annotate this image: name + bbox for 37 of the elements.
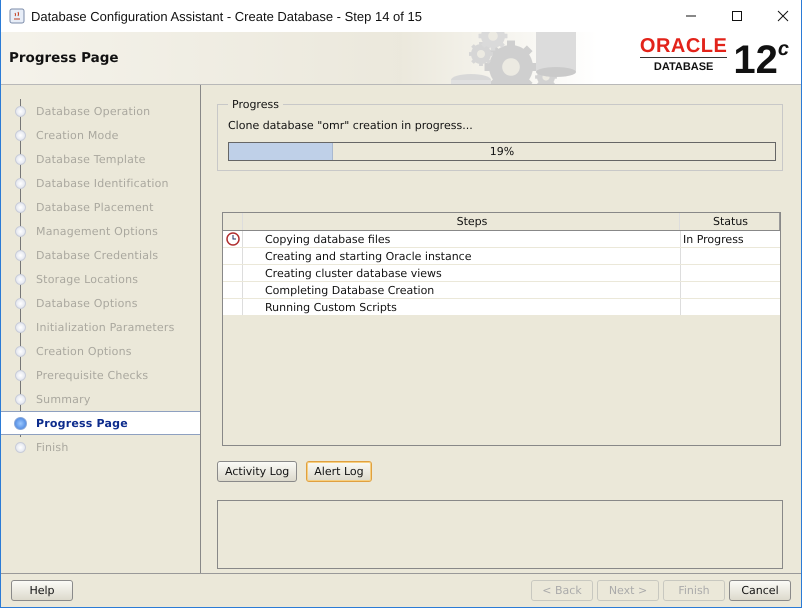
sidebar-item[interactable]: Creation Options (36, 344, 132, 358)
sidebar-item[interactable]: Database Operation (36, 104, 150, 118)
column-header: Steps (243, 213, 680, 230)
help-button[interactable]: Help (11, 580, 73, 601)
brand-logo: ORACLE (640, 36, 728, 58)
sidebar-item[interactable]: Database Placement (36, 200, 154, 214)
table-cell: Running Custom Scripts (243, 299, 681, 315)
table-cell: Creating and starting Oracle instance (243, 248, 681, 264)
sidebar-item[interactable]: Summary (36, 392, 91, 406)
close-icon (777, 10, 789, 22)
table-cell: Completing Database Creation (243, 282, 681, 298)
sidebar-item[interactable]: Creation Mode (36, 128, 119, 142)
sidebar-item[interactable]: Database Template (36, 152, 146, 166)
log-button[interactable]: Alert Log (306, 461, 372, 482)
progress-message: Clone database "omr" creation in progress... (228, 119, 474, 132)
progress-reading: 19% (488, 145, 516, 158)
sidebar-item[interactable]: Initialization Parameters (36, 320, 175, 334)
sidebar-item[interactable]: Prerequisite Checks (36, 368, 148, 382)
table-cell: In Progress (683, 232, 744, 246)
log-button[interactable]: Activity Log (217, 461, 298, 482)
table-cell: Copying database files (243, 231, 681, 247)
sidebar-item[interactable]: Storage Locations (36, 272, 138, 286)
table-cell: Creating cluster database views (243, 265, 681, 281)
version-label: 12$^{c}$ (733, 36, 789, 80)
sidebar-item[interactable]: Management Options (36, 224, 158, 238)
maximize-icon (731, 10, 743, 22)
column-header: Status (680, 213, 780, 230)
sidebar-item[interactable]: Database Credentials (36, 248, 158, 262)
group-label: Progress (228, 98, 283, 111)
page-title: Progress Page (8, 50, 120, 68)
window-title: Database Configuration Assistant - Create Database - Step 14 of 15 (31, 8, 423, 24)
app-icon (9, 8, 25, 24)
product-name: DATABASE (654, 60, 714, 72)
sidebar-item[interactable]: Finish (36, 440, 69, 454)
sidebar-item[interactable]: Database Identification (36, 176, 169, 190)
footer-button[interactable]: Cancel (729, 580, 791, 601)
sidebar-item[interactable]: Database Options (36, 296, 138, 310)
